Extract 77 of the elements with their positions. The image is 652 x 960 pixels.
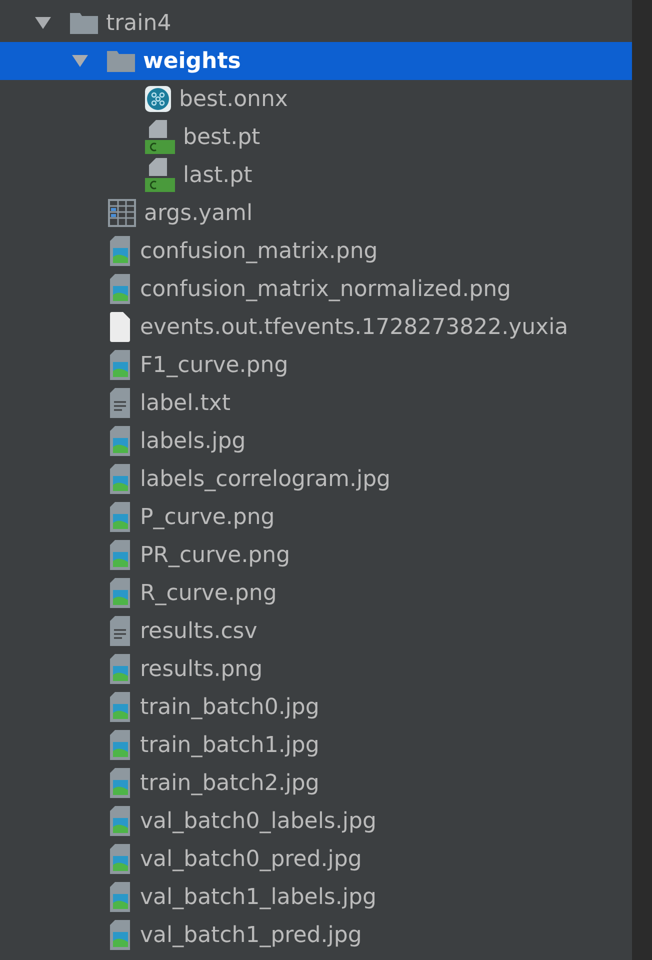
file-name: confusion_matrix.png xyxy=(140,238,378,264)
tree-row[interactable]: args.yaml xyxy=(0,194,632,232)
file-name: args.yaml xyxy=(144,200,253,226)
text-file-icon xyxy=(108,388,132,418)
tree-row[interactable]: labels_correlogram.jpg xyxy=(0,460,632,498)
tree-row[interactable]: confusion_matrix_normalized.png xyxy=(0,270,632,308)
file-name: val_batch0_pred.jpg xyxy=(140,846,362,872)
file-name: confusion_matrix_normalized.png xyxy=(140,276,511,302)
tree-row[interactable]: best.onnx xyxy=(0,80,632,118)
file-name: last.pt xyxy=(183,162,252,188)
network-icon xyxy=(145,86,171,112)
file-name: results.csv xyxy=(140,618,258,644)
image-file-icon xyxy=(108,920,132,950)
file-name: train_batch2.jpg xyxy=(140,770,320,796)
tree-row[interactable]: val_batch1_pred.jpg xyxy=(0,916,632,954)
tree-row[interactable]: R_curve.png xyxy=(0,574,632,612)
file-name: val_batch0_labels.jpg xyxy=(140,808,376,834)
tree-row[interactable]: train4 xyxy=(0,4,632,42)
file-name: label.txt xyxy=(140,390,230,416)
code-file-icon xyxy=(145,120,175,154)
tree-row[interactable]: label.txt xyxy=(0,384,632,422)
tree-row[interactable]: train_batch0.jpg xyxy=(0,688,632,726)
text-file-icon xyxy=(108,616,132,646)
tree-row[interactable]: train_batch2.jpg xyxy=(0,764,632,802)
tree-row[interactable]: val_batch0_pred.jpg xyxy=(0,840,632,878)
file-name: R_curve.png xyxy=(140,580,277,606)
blank-file-icon xyxy=(108,312,132,342)
tree-row[interactable]: events.out.tfevents.1728273822.yuxia xyxy=(0,308,632,346)
file-name: train_batch1.jpg xyxy=(140,732,320,758)
file-name: val_batch1_labels.jpg xyxy=(140,884,376,910)
file-name: train4 xyxy=(106,10,172,36)
tree-row[interactable]: PR_curve.png xyxy=(0,536,632,574)
tree-row[interactable]: F1_curve.png xyxy=(0,346,632,384)
image-file-icon xyxy=(108,426,132,456)
image-file-icon xyxy=(108,540,132,570)
image-file-icon xyxy=(108,350,132,380)
tree-row[interactable]: best.pt xyxy=(0,118,632,156)
image-file-icon xyxy=(108,882,132,912)
file-name: labels.jpg xyxy=(140,428,246,454)
image-file-icon xyxy=(108,464,132,494)
file-name: F1_curve.png xyxy=(140,352,288,378)
image-file-icon xyxy=(108,730,132,760)
image-file-icon xyxy=(108,236,132,266)
tree-row[interactable]: val_batch0_labels.jpg xyxy=(0,802,632,840)
table-icon xyxy=(108,199,136,227)
image-file-icon xyxy=(108,654,132,684)
file-name: P_curve.png xyxy=(140,504,275,530)
file-name: weights xyxy=(143,48,241,74)
tree-row[interactable]: P_curve.png xyxy=(0,498,632,536)
folder-icon xyxy=(70,12,98,34)
tree-row[interactable]: weights xyxy=(0,42,632,80)
image-file-icon xyxy=(108,806,132,836)
tree-row[interactable]: labels.jpg xyxy=(0,422,632,460)
file-name: PR_curve.png xyxy=(140,542,290,568)
file-name: val_batch1_pred.jpg xyxy=(140,922,362,948)
image-file-icon xyxy=(108,768,132,798)
file-name: train_batch0.jpg xyxy=(140,694,320,720)
tree-row[interactable]: results.png xyxy=(0,650,632,688)
expand-arrow-icon[interactable] xyxy=(34,16,52,30)
folder-icon xyxy=(107,50,135,72)
expand-arrow-icon[interactable] xyxy=(71,54,89,68)
file-name: events.out.tfevents.1728273822.yuxia xyxy=(140,314,568,340)
tree-row[interactable]: results.csv xyxy=(0,612,632,650)
file-name: results.png xyxy=(140,656,263,682)
image-file-icon xyxy=(108,274,132,304)
file-name: best.pt xyxy=(183,124,260,150)
code-file-icon xyxy=(145,158,175,192)
tree-row[interactable]: confusion_matrix.png xyxy=(0,232,632,270)
file-name: best.onnx xyxy=(179,86,288,112)
image-file-icon xyxy=(108,578,132,608)
tree-row[interactable]: val_batch1_labels.jpg xyxy=(0,878,632,916)
tree-row[interactable]: train_batch1.jpg xyxy=(0,726,632,764)
image-file-icon xyxy=(108,844,132,874)
tree-row[interactable]: last.pt xyxy=(0,156,632,194)
image-file-icon xyxy=(108,692,132,722)
file-name: labels_correlogram.jpg xyxy=(140,466,391,492)
image-file-icon xyxy=(108,502,132,532)
